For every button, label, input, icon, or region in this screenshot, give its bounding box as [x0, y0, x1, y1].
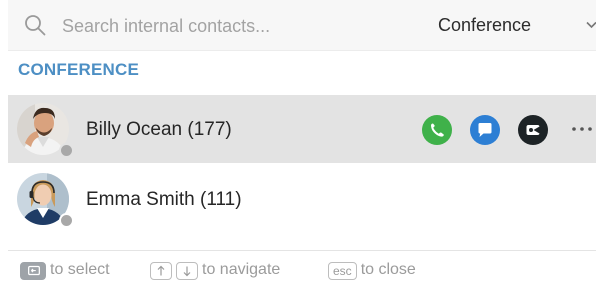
contact-picker: Conference CONFERENCE Billy Ocean (177) [8, 0, 596, 283]
filter-selected-label: Conference [438, 14, 532, 35]
phone-icon [431, 123, 444, 137]
video-icon [526, 125, 540, 135]
chat-icon [478, 123, 492, 137]
contact-row[interactable]: Emma Smith (111) [8, 165, 596, 233]
search-bar: Conference [8, 0, 596, 51]
section-title: CONFERENCE [18, 60, 140, 79]
arrow-down-key-icon [176, 262, 198, 280]
chevron-down-icon [586, 21, 596, 29]
contact-row[interactable]: Billy Ocean (177) [8, 95, 596, 163]
esc-key: esc [328, 262, 357, 280]
enter-key-icon [20, 262, 46, 280]
contact-name: Emma Smith (111) [86, 189, 242, 210]
select-hint-text: to select [50, 261, 110, 278]
chat-button[interactable] [470, 115, 500, 145]
video-button[interactable] [518, 115, 548, 145]
search-icon [25, 15, 46, 36]
conference-filter-select[interactable]: Conference [438, 10, 596, 40]
more-icon[interactable] [570, 117, 594, 141]
close-hint: esc to close [328, 261, 416, 280]
keyboard-hints: to select to navigate esc to close [8, 250, 596, 284]
select-hint: to select [20, 261, 110, 280]
call-button[interactable] [422, 115, 452, 145]
contact-name: Billy Ocean (177) [86, 119, 232, 140]
arrow-up-key-icon [150, 262, 172, 280]
presence-indicator [59, 143, 74, 158]
close-hint-text: to close [360, 261, 416, 278]
navigate-hint: to navigate [150, 261, 281, 280]
search-input[interactable] [60, 12, 394, 40]
presence-indicator [59, 213, 74, 228]
navigate-hint-text: to navigate [202, 261, 281, 278]
